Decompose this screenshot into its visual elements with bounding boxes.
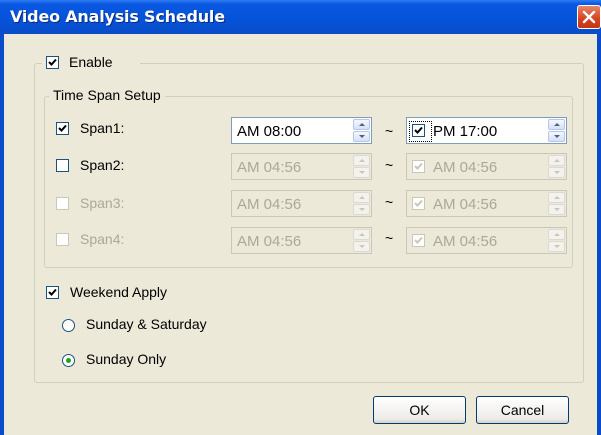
spin-down-button[interactable] [548, 241, 565, 252]
span3-end-value: AM 04:56 [433, 196, 498, 213]
window-title: Video Analysis Schedule [10, 7, 225, 26]
check-icon [48, 58, 57, 66]
span1-separator: ~ [385, 123, 394, 139]
sunday-saturday-label: Sunday & Saturday [86, 316, 207, 332]
spin-up-icon [554, 123, 560, 126]
spin-down-icon [554, 208, 560, 211]
spin-down-button[interactable] [548, 204, 565, 215]
spin-down-button[interactable] [548, 131, 565, 142]
time-span-legend: Time Span Setup [49, 87, 165, 103]
check-icon [414, 199, 423, 207]
spin-up-icon [359, 123, 365, 126]
spin-down-button[interactable] [353, 241, 370, 252]
sunday-only-label: Sunday Only [86, 351, 167, 367]
sunday-saturday-radio[interactable] [62, 319, 75, 332]
spin-down-icon [359, 208, 365, 211]
spin-up-button[interactable] [548, 155, 565, 166]
span1-checkbox[interactable] [56, 122, 69, 135]
check-icon [58, 124, 67, 132]
spin-down-button[interactable] [353, 204, 370, 215]
span1-end-time[interactable]: PM 17:00 [406, 117, 567, 144]
span2-separator: ~ [385, 157, 394, 173]
spin-down-icon [554, 245, 560, 248]
span2-end-checkbox[interactable] [412, 160, 425, 173]
spin-up-button[interactable] [353, 155, 370, 166]
span1-start-time[interactable]: AM 08:00 [231, 117, 372, 144]
spin-down-icon [359, 135, 365, 138]
spin-down-button[interactable] [548, 167, 565, 178]
span3-end-checkbox[interactable] [412, 197, 425, 210]
span2-checkbox[interactable] [56, 159, 69, 172]
window-frame-left [0, 34, 4, 435]
enable-checkbox[interactable] [46, 56, 59, 69]
weekend-apply-label: Weekend Apply [70, 284, 168, 300]
spin-up-icon [359, 159, 365, 162]
span3-separator: ~ [385, 194, 394, 210]
ok-button[interactable]: OK [373, 396, 466, 424]
spin-down-button[interactable] [353, 131, 370, 142]
span4-label: Span4: [80, 231, 125, 247]
check-icon [48, 288, 57, 296]
span4-checkbox[interactable] [56, 233, 69, 246]
spin-down-button[interactable] [353, 167, 370, 178]
span4-end-value: AM 04:56 [433, 233, 498, 250]
span1-start-value: AM 08:00 [237, 123, 302, 140]
radio-selected-dot [66, 358, 71, 363]
span4-separator: ~ [385, 230, 394, 246]
spin-up-icon [359, 196, 365, 199]
check-icon [414, 126, 423, 134]
span1-label: Span1: [80, 120, 125, 136]
spin-up-button[interactable] [548, 119, 565, 130]
spin-up-button[interactable] [548, 192, 565, 203]
spin-up-button[interactable] [353, 119, 370, 130]
span3-start-value: AM 04:56 [237, 196, 302, 213]
span2-start-value: AM 04:56 [237, 159, 302, 176]
spin-up-button[interactable] [353, 229, 370, 240]
close-icon [582, 10, 596, 24]
window-frame-right [597, 34, 601, 435]
span3-end-time[interactable]: AM 04:56 [406, 190, 567, 217]
spin-up-icon [554, 196, 560, 199]
cancel-button[interactable]: Cancel [476, 396, 569, 424]
span4-end-time[interactable]: AM 04:56 [406, 227, 567, 254]
span1-end-checkbox[interactable] [412, 124, 425, 137]
span4-start-time[interactable]: AM 04:56 [231, 227, 372, 254]
span4-end-checkbox[interactable] [412, 234, 425, 247]
span1-end-value: PM 17:00 [433, 123, 498, 140]
span3-checkbox[interactable] [56, 197, 69, 210]
spin-down-icon [554, 135, 560, 138]
check-icon [414, 236, 423, 244]
spin-up-icon [359, 233, 365, 236]
title-bar[interactable]: Video Analysis Schedule [0, 0, 601, 34]
spin-up-icon [554, 233, 560, 236]
spin-down-icon [554, 171, 560, 174]
span3-label: Span3: [80, 195, 125, 211]
spin-up-button[interactable] [353, 192, 370, 203]
check-icon [414, 162, 423, 170]
spin-down-icon [359, 245, 365, 248]
sunday-only-radio[interactable] [62, 354, 75, 367]
span2-label: Span2: [80, 157, 125, 173]
span3-start-time[interactable]: AM 04:56 [231, 190, 372, 217]
span2-start-time[interactable]: AM 04:56 [231, 153, 372, 180]
weekend-apply-checkbox[interactable] [46, 286, 59, 299]
spin-down-icon [359, 171, 365, 174]
span2-end-time[interactable]: AM 04:56 [406, 153, 567, 180]
enable-label: Enable [69, 54, 113, 70]
spin-up-button[interactable] [548, 229, 565, 240]
span2-end-value: AM 04:56 [433, 159, 498, 176]
span4-start-value: AM 04:56 [237, 233, 302, 250]
spin-up-icon [554, 159, 560, 162]
close-button[interactable] [577, 5, 601, 29]
